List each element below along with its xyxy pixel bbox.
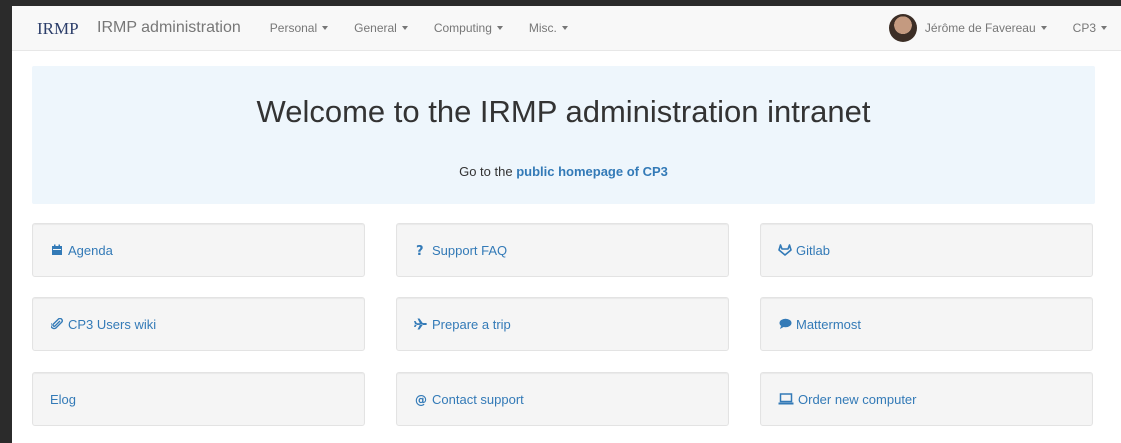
tile-label: Agenda: [68, 242, 113, 258]
logo-text: IRMP: [37, 19, 79, 38]
tile-label: Gitlab: [796, 242, 830, 258]
menu-computing[interactable]: Computing: [434, 21, 503, 35]
tile-cp3-users-wiki[interactable]: CP3 Users wiki: [32, 297, 365, 351]
chat-icon: [778, 317, 792, 331]
chevron-down-icon: [561, 26, 568, 30]
gitlab-icon: [778, 243, 792, 257]
public-homepage-link[interactable]: public homepage of CP3: [516, 164, 668, 179]
chevron-down-icon: [401, 26, 408, 30]
menu-computing-label: Computing: [433, 21, 492, 35]
tile-elog[interactable]: Elog: [32, 372, 365, 426]
org-name: CP3: [1072, 21, 1096, 35]
page: IRMP IRMP administration Personal Genera…: [12, 6, 1121, 443]
menu-misc-label: Misc.: [528, 21, 557, 35]
menu-personal[interactable]: Personal: [269, 21, 329, 35]
menu-general-label: General: [354, 21, 397, 35]
tile-prepare-trip[interactable]: Prepare a trip: [396, 297, 729, 351]
plane-icon: [414, 317, 428, 331]
svg-text:@: @: [415, 393, 427, 406]
svg-text:?: ?: [416, 244, 424, 257]
avatar[interactable]: [888, 14, 917, 42]
brand-link[interactable]: IRMP administration: [97, 19, 241, 37]
question-icon: ?: [414, 243, 428, 257]
tile-mattermost[interactable]: Mattermost: [760, 297, 1093, 351]
user-name: Jérôme de Favereau: [924, 21, 1036, 35]
chevron-down-icon: [1040, 26, 1047, 30]
tile-label: CP3 Users wiki: [68, 316, 157, 332]
jumbotron-subtitle: Go to the public homepage of CP3: [32, 164, 1095, 179]
user-menu[interactable]: Jérôme de Favereau: [925, 21, 1047, 35]
menu-general[interactable]: General: [354, 21, 408, 35]
laptop-icon: [778, 392, 794, 406]
subtitle-prefix: Go to the: [459, 164, 513, 179]
page-title: Welcome to the IRMP administration intra…: [256, 94, 871, 129]
tile-label: Order new computer: [798, 391, 917, 407]
menu-personal-label: Personal: [269, 21, 318, 35]
tile-order-computer[interactable]: Order new computer: [760, 372, 1093, 426]
tile-label: Prepare a trip: [432, 316, 511, 332]
chevron-down-icon: [496, 26, 503, 30]
chevron-down-icon: [1101, 26, 1107, 30]
tile-support-faq[interactable]: ? Support FAQ: [396, 223, 729, 277]
menu-misc[interactable]: Misc.: [529, 21, 568, 35]
tile-agenda[interactable]: Agenda: [32, 223, 365, 277]
tile-gitlab[interactable]: Gitlab: [760, 223, 1093, 277]
jumbotron: Welcome to the IRMP administration intra…: [32, 66, 1095, 204]
chevron-down-icon: [322, 26, 329, 30]
navbar: IRMP IRMP administration Personal Genera…: [12, 6, 1121, 51]
tile-label: Support FAQ: [432, 242, 508, 258]
irmp-logo[interactable]: IRMP: [37, 14, 81, 42]
tile-label: Mattermost: [796, 316, 862, 332]
tile-contact-support[interactable]: @ Contact support: [396, 372, 729, 426]
paperclip-icon: [50, 317, 64, 331]
tile-label: Elog: [50, 391, 77, 407]
tile-label: Contact support: [432, 391, 524, 407]
org-menu[interactable]: CP3: [1073, 21, 1107, 35]
at-icon: @: [414, 392, 428, 406]
calendar-icon: [50, 243, 64, 257]
